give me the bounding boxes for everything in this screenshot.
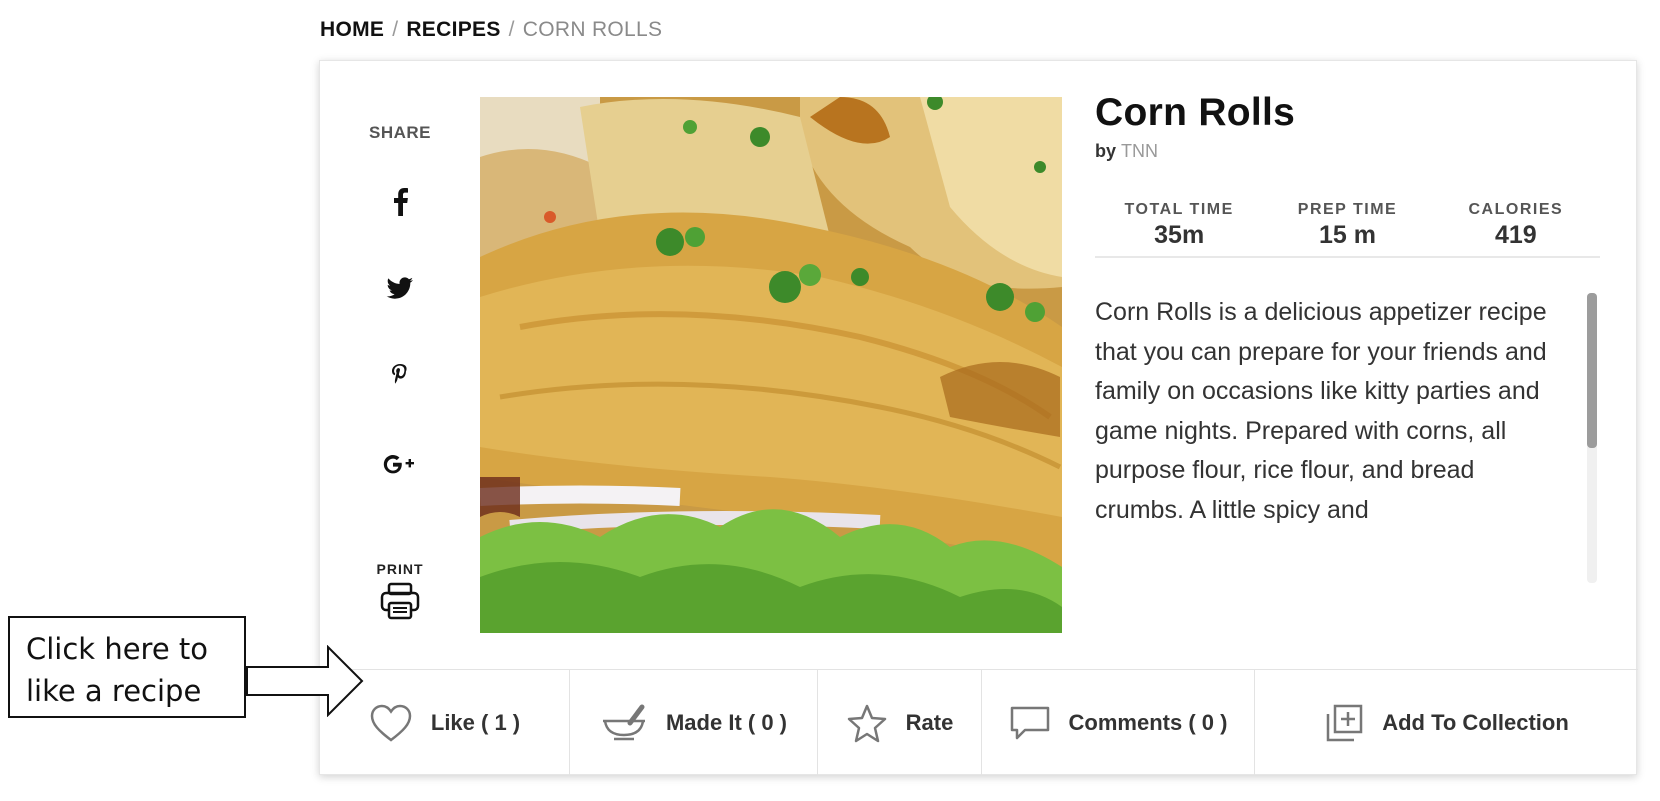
stat-total-time: TOTAL TIME 35m — [1095, 201, 1263, 256]
made-it-label: Made It ( 0 ) — [665, 710, 787, 735]
add-to-collection-icon — [1326, 704, 1363, 742]
breadcrumb-home-link[interactable]: HOME — [320, 18, 384, 42]
description-fade — [1095, 559, 1565, 583]
stat-value: 15 m — [1319, 221, 1376, 249]
printer-icon — [380, 582, 420, 620]
mortar-pestle-icon — [602, 704, 645, 741]
recipe-author-link[interactable]: TNN — [1121, 141, 1158, 161]
stat-label: PREP TIME — [1297, 201, 1398, 218]
share-column: SHARE PRINT — [320, 61, 480, 661]
print-button[interactable] — [320, 581, 480, 621]
callout-line-1: Click here to — [26, 632, 209, 666]
callout-line-2: like a recipe — [26, 674, 202, 708]
google-plus-share-button[interactable] — [320, 453, 480, 477]
callout-note: Click here to like a recipe — [8, 616, 246, 718]
breadcrumb-current: CORN ROLLS — [522, 18, 663, 41]
breadcrumb-recipes-link[interactable]: RECIPES — [406, 18, 500, 42]
recipe-info: Corn Rolls by TNN — [1095, 91, 1605, 162]
recipe-description-scroll[interactable]: Corn Rolls is a delicious appetizer reci… — [1095, 293, 1600, 583]
google-plus-icon — [383, 455, 414, 474]
comment-icon — [1010, 706, 1049, 740]
recipe-stats: TOTAL TIME 35m PREP TIME 15 m CALORIES 4… — [1095, 201, 1600, 258]
rate-button[interactable]: Rate — [818, 670, 982, 776]
comments-label: Comments ( 0 ) — [1068, 710, 1228, 735]
byline-label: by — [1095, 141, 1117, 161]
recipe-photo — [480, 97, 1062, 633]
facebook-icon — [394, 188, 408, 216]
action-bar: Like ( 1 ) Made It ( 0 ) Rate Comments (… — [320, 669, 1638, 776]
rate-label: Rate — [905, 710, 954, 735]
recipe-title: Corn Rolls — [1095, 91, 1296, 134]
pinterest-share-button[interactable] — [320, 363, 480, 391]
facebook-share-button[interactable] — [320, 186, 480, 216]
star-icon — [847, 704, 886, 743]
stat-label: CALORIES — [1468, 201, 1564, 218]
stat-calories: CALORIES 419 — [1432, 201, 1600, 256]
callout-arrow-icon — [246, 645, 364, 717]
share-label: SHARE — [368, 123, 431, 142]
recipe-description: Corn Rolls is a delicious appetizer reci… — [1095, 298, 1547, 524]
print-label: PRINT — [376, 561, 424, 577]
stat-label: TOTAL TIME — [1124, 201, 1234, 218]
twitter-icon — [386, 277, 413, 299]
made-it-button[interactable]: Made It ( 0 ) — [570, 670, 818, 776]
breadcrumb-separator: / — [508, 18, 515, 41]
comments-button[interactable]: Comments ( 0 ) — [982, 670, 1255, 776]
stat-prep-time: PREP TIME 15 m — [1263, 201, 1431, 256]
add-to-collection-button[interactable]: Add To Collection — [1255, 670, 1638, 776]
twitter-share-button[interactable] — [320, 277, 480, 301]
add-to-collection-label: Add To Collection — [1382, 710, 1569, 735]
breadcrumb: HOME / RECIPES / CORN ROLLS — [320, 18, 662, 42]
stat-value: 419 — [1494, 221, 1537, 249]
description-scrollbar[interactable] — [1587, 293, 1597, 583]
description-scrollbar-thumb[interactable] — [1587, 293, 1597, 448]
breadcrumb-separator: / — [392, 18, 399, 41]
recipe-byline: by TNN — [1095, 141, 1605, 162]
heart-icon — [370, 704, 412, 742]
stat-value: 35m — [1154, 221, 1205, 249]
recipe-card: SHARE PRINT Corn Rolls by TNN TOTAL TIME… — [319, 60, 1638, 776]
like-label: Like ( 1 ) — [430, 710, 521, 735]
pinterest-icon — [392, 364, 407, 384]
